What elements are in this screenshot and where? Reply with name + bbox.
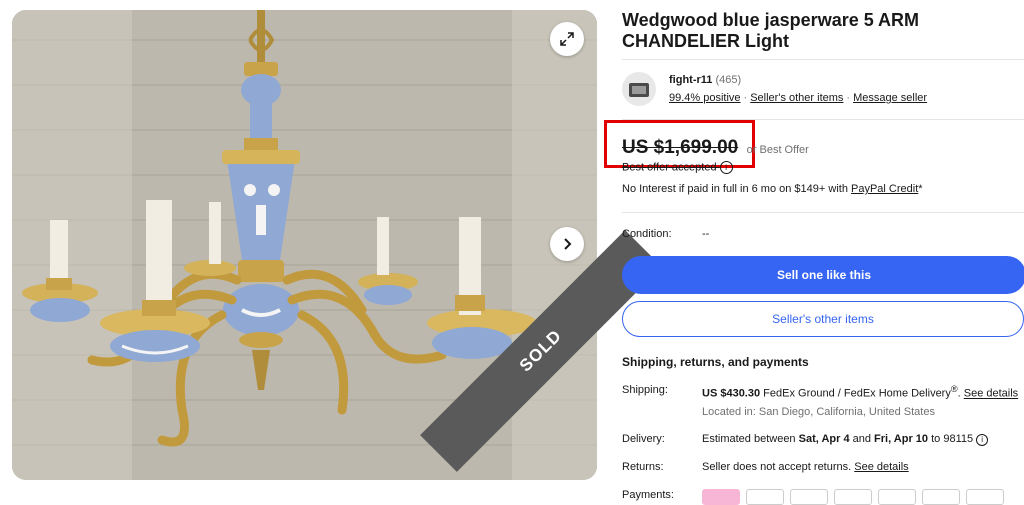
payment-card-icon — [702, 489, 740, 505]
shipping-method: FedEx Ground / FedEx Home Delivery — [760, 387, 951, 400]
divider — [622, 212, 1024, 213]
seller-name-row: fight-r11 (465) — [669, 74, 741, 86]
shipping-label: Shipping: — [622, 384, 668, 396]
delivery-start-date: Sat, Apr 4 — [798, 433, 850, 445]
shipping-value: US $430.30 FedEx Ground / FedEx Home Del… — [702, 384, 1019, 400]
payments-label: Payments: — [622, 489, 674, 501]
info-icon[interactable]: i — [719, 161, 733, 174]
message-seller-link[interactable]: Message seller — [853, 92, 927, 104]
item-location: Located in: San Diego, California, Unite… — [702, 406, 935, 418]
payment-card-icon — [834, 489, 872, 505]
delivery-value: Estimated between Sat, Apr 4 and Fri, Ap… — [702, 433, 989, 446]
payment-card-icon — [746, 489, 784, 505]
sellers-other-items-button[interactable]: Seller's other items — [622, 301, 1024, 337]
delivery-zip: to 98115 — [928, 433, 974, 445]
shipping-see-details-link[interactable]: See details — [964, 388, 1018, 400]
expand-image-button[interactable] — [550, 22, 584, 56]
discover-icon — [966, 489, 1004, 505]
seller-avatar[interactable] — [622, 72, 656, 106]
divider — [622, 59, 1024, 60]
delivery-info-icon[interactable]: i — [976, 434, 989, 446]
shipping-price: US $430.30 — [702, 387, 761, 400]
chevron-right-icon — [564, 238, 572, 250]
delivery-label: Delivery: — [622, 433, 665, 445]
delivery-and: and — [849, 433, 875, 445]
paypal-credit-link[interactable]: PayPal Credit — [851, 183, 918, 195]
condition-label: Condition: — [622, 228, 672, 240]
delivery-prefix: Estimated between — [702, 433, 799, 445]
financing-info: No Interest if paid in full in 6 mo on $… — [622, 183, 923, 195]
divider — [622, 119, 1024, 120]
payment-methods — [702, 489, 1004, 505]
seller-links: 99.4% positive · Seller's other items · Mess… — [669, 92, 927, 104]
separator: · — [846, 92, 851, 104]
seller-other-items-link[interactable]: Seller's other items — [750, 92, 843, 104]
returns-text: Seller does not accept returns. — [702, 461, 855, 473]
or-best-offer-label: or Best Offer — [746, 144, 809, 156]
item-title: Wedgwood blue jasperware 5 ARM CHANDELIE… — [622, 10, 920, 51]
next-image-button[interactable] — [550, 227, 584, 261]
financing-text: No Interest if paid in full in 6 mo on $… — [622, 183, 851, 195]
seller-store-icon — [629, 83, 649, 97]
price-row: US $1,699.00 or Best Offer — [622, 137, 809, 159]
item-price: US $1,699.00 — [622, 137, 739, 158]
seller-name[interactable]: fight-r11 — [669, 74, 712, 86]
seller-positive-link[interactable]: 99.4% positive — [669, 92, 741, 104]
expand-icon — [560, 32, 574, 46]
mastercard-icon — [922, 489, 960, 505]
returns-label: Returns: — [622, 461, 664, 473]
seller-feedback-count: (465) — [715, 74, 742, 86]
payment-card-icon — [878, 489, 916, 505]
condition-value: -- — [702, 228, 710, 240]
best-offer-accepted: Best offer accepted i — [622, 161, 733, 174]
best-offer-accepted-text: Best offer accepted — [622, 161, 717, 174]
image-gallery: SOLD — [0, 0, 662, 497]
returns-see-details-link[interactable]: See details — [854, 461, 908, 473]
registered-mark: ® — [950, 384, 958, 394]
returns-value: Seller does not accept returns. See deta… — [702, 461, 909, 473]
payment-card-icon — [790, 489, 828, 505]
separator: · — [743, 92, 748, 104]
item-details-panel: Wedgwood blue jasperware 5 ARM CHANDELIE… — [622, 0, 1024, 505]
delivery-end-date: Fri, Apr 10 — [874, 433, 929, 445]
shipping-section-title: Shipping, returns, and payments — [622, 355, 809, 369]
sell-one-like-this-button[interactable]: Sell one like this — [622, 256, 1024, 294]
financing-asterisk: * — [918, 183, 923, 195]
